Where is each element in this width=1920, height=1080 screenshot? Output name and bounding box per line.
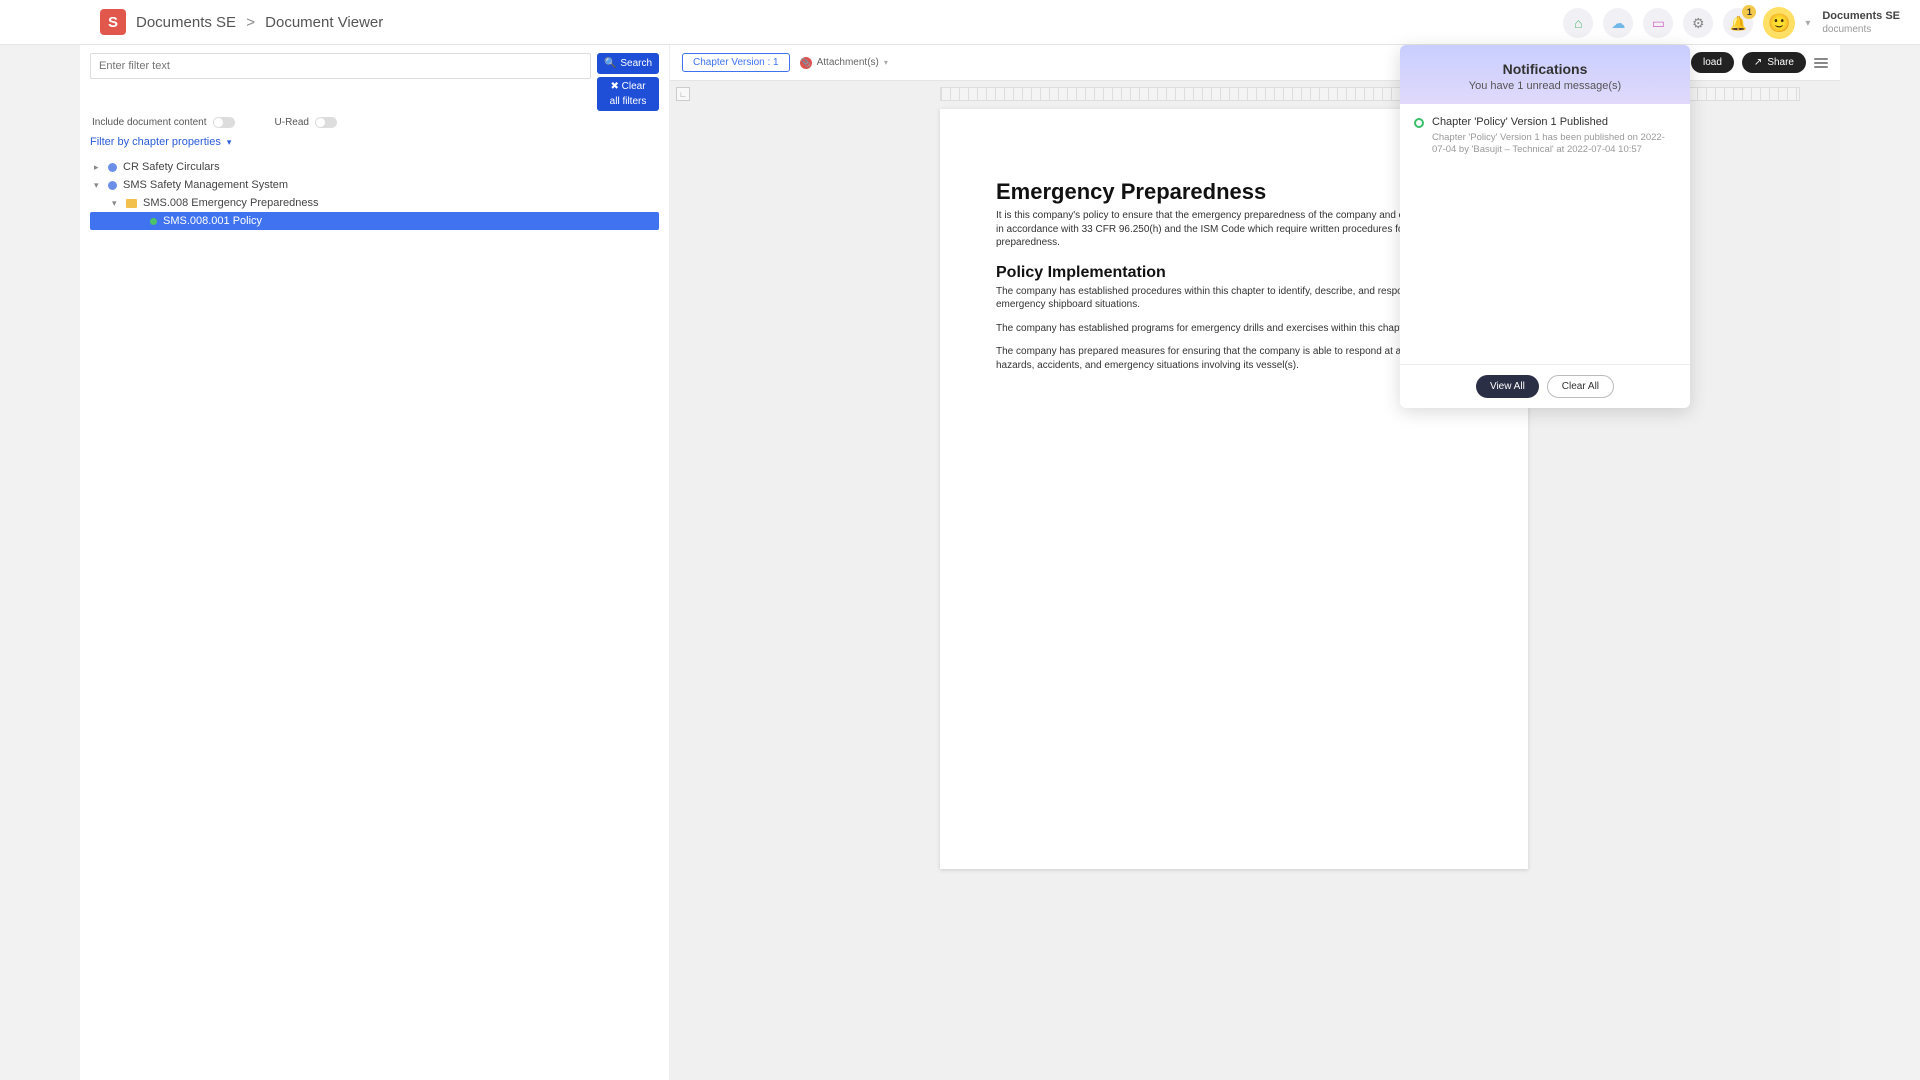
- main-panel: 🔍 Search ✖ Clear all filters Include doc…: [80, 45, 1840, 1080]
- document-tree: ▸ CR Safety Circulars ▾ SMS Safety Manag…: [90, 158, 659, 230]
- doc-group-icon: [108, 181, 117, 190]
- cloud-icon[interactable]: ☁: [1603, 8, 1633, 38]
- filter-input[interactable]: [90, 53, 591, 79]
- home-icon[interactable]: ⌂: [1563, 8, 1593, 38]
- search-icon: 🔍: [604, 58, 616, 69]
- status-ring-icon: [1414, 118, 1424, 128]
- notif-item[interactable]: Chapter 'Policy' Version 1 Published Cha…: [1414, 116, 1676, 157]
- tree-label: SMS.008 Emergency Preparedness: [143, 197, 318, 209]
- breadcrumb: Documents SE > Document Viewer: [136, 14, 383, 31]
- breadcrumb-page: Document Viewer: [265, 14, 383, 31]
- chevron-down-icon: ▾: [227, 137, 232, 147]
- user-block[interactable]: Documents SE documents: [1822, 10, 1900, 35]
- notif-item-desc: Chapter 'Policy' Version 1 has been publ…: [1432, 132, 1676, 157]
- toggle-uread-label: U-Read: [275, 117, 309, 128]
- switch-icon[interactable]: [213, 117, 235, 128]
- tree-node-cr-safety[interactable]: ▸ CR Safety Circulars: [90, 158, 659, 176]
- tree-label: SMS Safety Management System: [123, 179, 288, 191]
- tree-node-sms[interactable]: ▾ SMS Safety Management System: [90, 176, 659, 194]
- download-label: load: [1703, 57, 1722, 68]
- gear-icon[interactable]: ⚙: [1683, 8, 1713, 38]
- notif-footer: View All Clear All: [1400, 364, 1690, 408]
- search-button-label: Search: [620, 58, 652, 69]
- download-button[interactable]: load: [1691, 52, 1734, 73]
- video-icon[interactable]: ▭: [1643, 8, 1673, 38]
- search-button[interactable]: 🔍 Search: [597, 53, 659, 74]
- bell-icon[interactable]: 🔔1: [1723, 8, 1753, 38]
- notif-body: Chapter 'Policy' Version 1 Published Cha…: [1400, 104, 1690, 364]
- topbar: S Documents SE > Document Viewer ⌂ ☁ ▭ ⚙…: [0, 0, 1920, 45]
- chapter-version-chip[interactable]: Chapter Version : 1: [682, 53, 790, 72]
- clear-icon: ✖ Clear: [610, 81, 645, 92]
- caret-down-icon: ▾: [112, 198, 120, 209]
- ruler-corner-icon: ∟: [676, 87, 690, 101]
- chevron-down-icon[interactable]: ▾: [1805, 18, 1810, 29]
- caret-right-icon: ▸: [94, 162, 102, 173]
- notif-subtitle: You have 1 unread message(s): [1412, 80, 1678, 92]
- notif-badge: 1: [1742, 5, 1756, 19]
- clear-all-button[interactable]: Clear All: [1547, 375, 1614, 398]
- doc-group-icon: [108, 163, 117, 172]
- tree-node-sms008-001[interactable]: SMS.008.001 Policy: [90, 212, 659, 230]
- topbar-actions: ⌂ ☁ ▭ ⚙ 🔔1 🙂 ▾ Documents SE documents: [1563, 7, 1900, 39]
- app-logo: S: [100, 9, 126, 35]
- toggle-uread[interactable]: U-Read: [275, 117, 337, 128]
- menu-icon[interactable]: [1814, 58, 1828, 68]
- toggle-include-content-label: Include document content: [92, 117, 207, 128]
- caret-down-icon: ▾: [94, 180, 102, 191]
- attachments-button[interactable]: 📎 Attachment(s) ▾: [800, 57, 888, 69]
- filter-by-properties-label: Filter by chapter properties: [90, 136, 221, 148]
- document-viewer: Chapter Version : 1 📎 Attachment(s) ▾ lo…: [670, 45, 1840, 1080]
- user-sub: documents: [1822, 24, 1900, 36]
- switch-icon[interactable]: [315, 117, 337, 128]
- chevron-down-icon: ▾: [884, 58, 888, 67]
- toggle-include-content[interactable]: Include document content: [92, 117, 235, 128]
- clear-filters-button[interactable]: ✖ Clear all filters: [597, 77, 659, 111]
- breadcrumb-sep: >: [246, 14, 255, 31]
- share-icon: ↗: [1754, 57, 1762, 68]
- share-button[interactable]: ↗ Share: [1742, 52, 1806, 73]
- folder-icon: [126, 199, 137, 208]
- sidebar: 🔍 Search ✖ Clear all filters Include doc…: [80, 45, 670, 1080]
- attachment-icon: 📎: [800, 57, 812, 69]
- tree-node-sms008[interactable]: ▾ SMS.008 Emergency Preparedness: [90, 194, 659, 212]
- notifications-popover: Notifications You have 1 unread message(…: [1400, 45, 1690, 408]
- view-all-button[interactable]: View All: [1476, 375, 1539, 398]
- notif-title: Notifications: [1412, 61, 1678, 77]
- notif-item-title: Chapter 'Policy' Version 1 Published: [1432, 116, 1676, 128]
- avatar[interactable]: 🙂: [1763, 7, 1795, 39]
- notif-header: Notifications You have 1 unread message(…: [1400, 45, 1690, 104]
- status-dot-icon: [150, 218, 157, 225]
- share-label: Share: [1767, 57, 1794, 68]
- attachments-label: Attachment(s): [817, 57, 879, 68]
- clear-filters-label2: all filters: [610, 96, 647, 107]
- breadcrumb-root[interactable]: Documents SE: [136, 14, 236, 31]
- tree-label: CR Safety Circulars: [123, 161, 220, 173]
- user-title: Documents SE: [1822, 10, 1900, 23]
- filter-by-properties[interactable]: Filter by chapter properties ▾: [90, 136, 659, 148]
- tree-label: SMS.008.001 Policy: [163, 215, 262, 227]
